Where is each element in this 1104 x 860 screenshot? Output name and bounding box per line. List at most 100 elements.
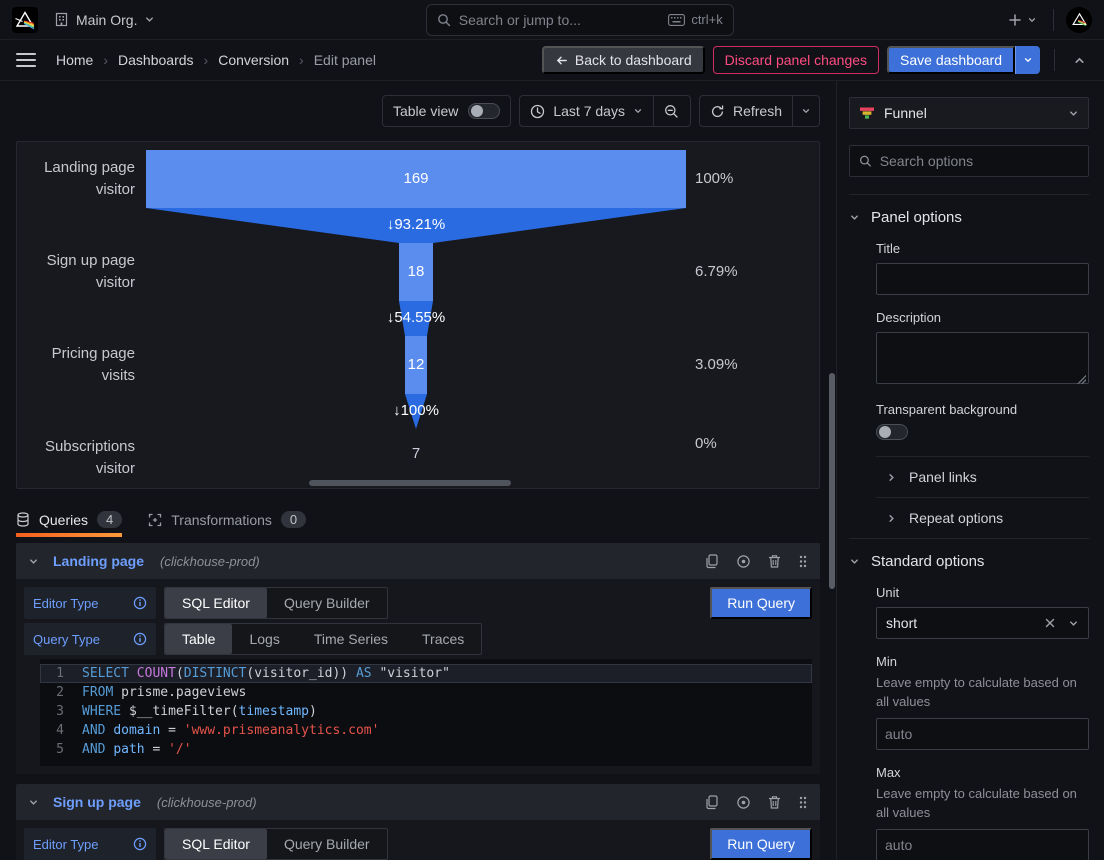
query-type-logs[interactable]: Logs <box>232 624 296 654</box>
refresh-button[interactable]: Refresh <box>700 96 792 126</box>
transparent-background-toggle[interactable] <box>876 424 908 440</box>
panel-options-pane: Funnel Panel options Title Description T… <box>836 81 1104 860</box>
options-search-input[interactable] <box>880 153 1079 169</box>
sql-code-line[interactable]: 4AND domain = 'www.prismeanalytics.com' <box>40 721 812 740</box>
visualization-picker[interactable]: Funnel <box>849 97 1089 129</box>
sql-code-line[interactable]: 2FROM prisme.pageviews <box>40 683 812 702</box>
min-description: Leave empty to calculate based on all va… <box>876 673 1089 711</box>
user-avatar[interactable] <box>1066 7 1092 33</box>
delete-query-icon[interactable] <box>768 554 781 569</box>
query-type-chip: Query Type <box>24 623 156 655</box>
database-icon <box>16 512 30 527</box>
refresh-interval-button[interactable] <box>793 96 819 126</box>
discard-panel-changes-button[interactable]: Discard panel changes <box>713 46 879 74</box>
sql-code-line[interactable]: 3WHERE $__timeFilter(timestamp) <box>40 702 812 721</box>
prism-logo-icon <box>12 7 38 33</box>
funnel-value: 12 <box>408 356 425 373</box>
max-input[interactable] <box>876 829 1089 860</box>
sql-editor[interactable]: 1SELECT COUNT(DISTINCT(visitor_id)) AS "… <box>40 659 812 766</box>
keyboard-icon <box>668 14 685 26</box>
transformations-tab-label: Transformations <box>171 512 272 528</box>
line-number: 5 <box>40 740 82 759</box>
breadcrumb-conversion[interactable]: Conversion <box>218 52 289 68</box>
query-builder-option[interactable]: Query Builder <box>267 588 387 618</box>
sql-code-line[interactable]: 1SELECT COUNT(DISTINCT(visitor_id)) AS "… <box>40 664 812 683</box>
sql-editor-option[interactable]: SQL Editor <box>165 829 267 859</box>
duplicate-query-icon[interactable] <box>705 554 719 569</box>
save-dashboard-button[interactable]: Save dashboard <box>887 46 1015 74</box>
hide-query-icon[interactable] <box>736 554 751 569</box>
sql-editor-option[interactable]: SQL Editor <box>165 588 267 618</box>
max-label: Max <box>876 765 1089 780</box>
info-icon[interactable] <box>133 837 147 851</box>
repeat-options-row[interactable]: Repeat options <box>876 497 1089 538</box>
query-card-sign-up-page: Sign up page (clickhouse-prod) Editor Ty… <box>16 784 820 860</box>
standard-options-header[interactable]: Standard options <box>849 553 1089 570</box>
delete-query-icon[interactable] <box>768 795 781 810</box>
panel-links-row[interactable]: Panel links <box>876 456 1089 497</box>
query-type-traces[interactable]: Traces <box>405 624 481 654</box>
table-view-toggle[interactable] <box>468 103 500 119</box>
tab-queries[interactable]: Queries 4 <box>16 511 122 537</box>
org-switcher[interactable]: Main Org. <box>54 12 155 28</box>
query-builder-option[interactable]: Query Builder <box>267 829 387 859</box>
back-to-dashboard-button[interactable]: Back to dashboard <box>542 46 705 74</box>
vertical-scrollbar-thumb[interactable] <box>829 373 835 589</box>
time-range-picker[interactable]: Last 7 days <box>520 96 653 126</box>
hide-query-icon[interactable] <box>736 795 751 810</box>
info-icon[interactable] <box>133 632 147 646</box>
query-body: Editor Type SQL Editor Query Builder Run… <box>16 820 820 860</box>
query-name[interactable]: Landing page <box>53 553 144 569</box>
breadcrumb-dashboards[interactable]: Dashboards <box>118 52 194 68</box>
app-logo[interactable] <box>12 7 38 33</box>
title-label: Title <box>876 241 1089 256</box>
drag-handle[interactable] <box>798 795 808 810</box>
clear-icon[interactable] <box>1044 617 1056 629</box>
unit-select[interactable]: short <box>876 607 1089 639</box>
run-query-button[interactable]: Run Query <box>710 828 812 860</box>
funnel-percent: 3.09% <box>695 356 738 373</box>
query-name[interactable]: Sign up page <box>53 794 141 810</box>
collapse-pane-button[interactable] <box>1069 50 1090 71</box>
info-icon[interactable] <box>133 596 147 610</box>
min-input[interactable] <box>876 718 1089 750</box>
run-query-button[interactable]: Run Query <box>710 587 812 619</box>
description-textarea-wrap <box>876 332 1089 387</box>
table-view-label: Table view <box>393 103 458 119</box>
funnel-value: 7 <box>412 445 420 462</box>
tab-transformations[interactable]: Transformations 0 <box>148 511 306 537</box>
funnel-stage-label: Landing pagevisitor <box>23 157 135 201</box>
zoom-out-time-button[interactable] <box>654 96 690 126</box>
panel-title-input[interactable] <box>876 263 1089 295</box>
new-menu-button[interactable] <box>1004 9 1041 31</box>
transformations-icon <box>148 513 162 527</box>
panel-description-input[interactable] <box>876 332 1089 384</box>
queries-tab-label: Queries <box>39 512 88 528</box>
top-nav: Main Org. Search or jump to... ctrl+k <box>0 0 1104 40</box>
editor-type-row: Editor Type SQL Editor Query Builder Run… <box>24 828 812 860</box>
line-number: 3 <box>40 702 82 721</box>
breadcrumb: Home › Dashboards › Conversion › Edit pa… <box>56 52 376 68</box>
sql-code-line[interactable]: 5AND path = '/' <box>40 740 812 759</box>
save-dashboard-caret-button[interactable] <box>1015 46 1040 74</box>
edit-panel-main: Table view Last 7 days Refresh <box>0 81 836 860</box>
query-header[interactable]: Sign up page (clickhouse-prod) <box>16 784 820 820</box>
global-search-input[interactable]: Search or jump to... ctrl+k <box>426 4 734 36</box>
horizontal-scrollbar-thumb[interactable] <box>309 480 511 486</box>
query-header[interactable]: Landing page (clickhouse-prod) <box>16 543 820 579</box>
duplicate-query-icon[interactable] <box>705 795 719 810</box>
query-header-actions <box>705 795 808 810</box>
prism-avatar-icon <box>1071 11 1088 28</box>
funnel-stage-label: Subscriptionsvisitor <box>23 436 135 480</box>
panel-options-header[interactable]: Panel options <box>849 209 1089 226</box>
query-type-table[interactable]: Table <box>165 624 232 654</box>
breadcrumb-home[interactable]: Home <box>56 52 93 68</box>
funnel-drop-percent: ↓100% <box>393 402 439 419</box>
drag-handle[interactable] <box>798 554 808 569</box>
query-type-timeseries[interactable]: Time Series <box>297 624 405 654</box>
panel-toolbar: Table view Last 7 days Refresh <box>0 81 836 127</box>
breadcrumb-separator: › <box>204 52 209 68</box>
query-datasource: (clickhouse-prod) <box>157 795 257 810</box>
options-search[interactable] <box>849 145 1089 177</box>
menu-toggle-button[interactable] <box>16 49 36 71</box>
